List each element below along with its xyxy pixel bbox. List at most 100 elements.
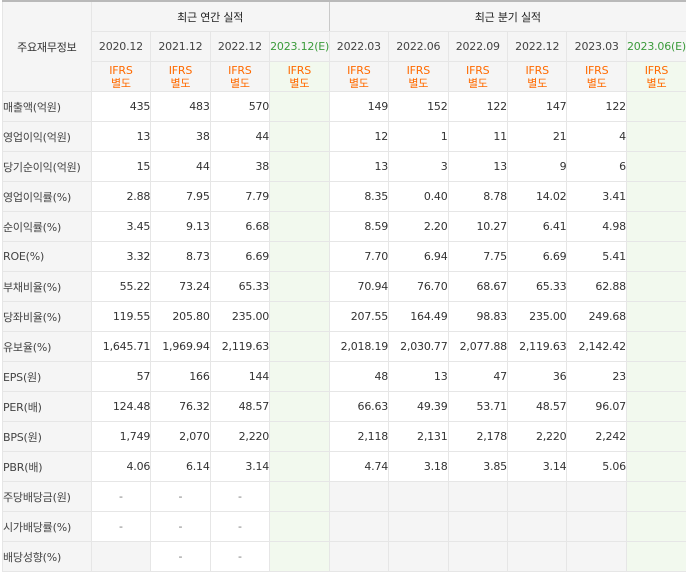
standard-separate-label: 별도 xyxy=(170,76,191,90)
value-cell: 205.80 xyxy=(150,301,211,332)
value-cell: 249.68 xyxy=(566,301,627,332)
value-cell: 11 xyxy=(447,121,508,152)
value-cell xyxy=(269,241,330,272)
value-cell: 36 xyxy=(506,361,567,392)
period-header: 2023.03 xyxy=(566,31,627,62)
value-cell: 3.41 xyxy=(566,181,627,212)
table-row: 영업이익률(%) 2.88 7.95 7.79 8.35 0.40 8.78 14.02 3.4… xyxy=(2,181,686,212)
corner-header: 주요재무정보 xyxy=(2,0,92,92)
value-cell xyxy=(625,511,686,542)
value-cell xyxy=(625,271,686,302)
value-cell: 13 xyxy=(90,121,151,152)
value-cell: 3.14 xyxy=(506,451,567,482)
value-cell: 13 xyxy=(388,361,449,392)
value-cell xyxy=(269,301,330,332)
table-row: 매출액(억원) 435 483 570 149 152 122 147 122 xyxy=(2,91,686,122)
row-label: EPS(원) xyxy=(2,361,92,392)
value-cell: 57 xyxy=(90,361,151,392)
value-cell: - xyxy=(150,511,211,542)
value-cell xyxy=(447,481,508,512)
value-cell: 4.98 xyxy=(566,211,627,242)
value-cell: 119.55 xyxy=(90,301,151,332)
value-cell xyxy=(625,421,686,452)
standard-separate-label: 별도 xyxy=(646,76,667,90)
value-cell: 38 xyxy=(150,121,211,152)
value-cell: 13 xyxy=(447,151,508,182)
value-cell xyxy=(625,361,686,392)
value-cell xyxy=(566,511,627,542)
standard-ifrs-label: IFRS xyxy=(287,63,312,77)
value-cell: 7.75 xyxy=(447,241,508,272)
value-cell: 149 xyxy=(328,91,389,122)
table-row: EPS(원) 57 166 144 48 13 47 36 23 xyxy=(2,361,686,392)
value-cell: 144 xyxy=(209,361,270,392)
value-cell: 1,645.71 xyxy=(90,331,151,362)
value-cell xyxy=(269,361,330,392)
annual-group-header: 최근 연간 실적 xyxy=(90,0,330,32)
table-row: 영업이익(억원) 13 38 44 12 1 11 21 4 xyxy=(2,121,686,152)
standard-separate-label: 별도 xyxy=(348,76,369,90)
value-cell: 48.57 xyxy=(506,391,567,422)
value-cell: 164.49 xyxy=(388,301,449,332)
value-cell: 12 xyxy=(328,121,389,152)
value-cell: 6.94 xyxy=(388,241,449,272)
table-row: 유보율(%) 1,645.71 1,969.94 2,119.63 2,018.19 2,… xyxy=(2,331,686,362)
row-label: 순이익률(%) xyxy=(2,211,92,242)
standard-ifrs-label: IFRS xyxy=(109,63,133,77)
value-cell xyxy=(625,301,686,332)
standard-ifrs-label: IFRS xyxy=(406,63,431,77)
value-cell xyxy=(625,151,686,182)
value-cell xyxy=(625,541,686,572)
table-row: 배당성향(%) - - xyxy=(2,541,686,572)
value-cell xyxy=(447,511,508,542)
value-cell: 6.69 xyxy=(506,241,567,272)
value-cell: 3.85 xyxy=(447,451,508,482)
value-cell: 207.55 xyxy=(328,301,389,332)
value-cell: 3.18 xyxy=(388,451,449,482)
row-label: 배당성향(%) xyxy=(2,541,92,572)
table-row: ROE(%) 3.32 8.73 6.69 7.70 6.94 7.75 6.69 5.41 xyxy=(2,241,686,272)
value-cell: - xyxy=(90,481,151,512)
table-row: 시가배당률(%) - - - xyxy=(2,511,686,542)
value-cell xyxy=(328,511,389,542)
standard-cell: IFRS 별도 xyxy=(388,61,449,92)
row-label: 영업이익(억원) xyxy=(2,121,92,152)
row-label: 시가배당률(%) xyxy=(2,511,92,542)
period-header: 2022.06 xyxy=(388,31,449,62)
standard-separate-label: 별도 xyxy=(111,76,131,90)
value-cell: 1 xyxy=(388,121,449,152)
value-cell xyxy=(269,481,330,512)
value-cell: 8.35 xyxy=(328,181,389,212)
value-cell: 3 xyxy=(388,151,449,182)
value-cell: 68.67 xyxy=(447,271,508,302)
value-cell: 6.68 xyxy=(209,211,270,242)
value-cell: 70.94 xyxy=(328,271,389,302)
row-label: 당기순이익(억원) xyxy=(2,151,92,182)
standard-ifrs-label: IFRS xyxy=(466,63,490,77)
value-cell xyxy=(90,541,151,572)
value-cell: - xyxy=(209,481,270,512)
table-row: 주당배당금(원) - - - xyxy=(2,481,686,512)
standard-ifrs-label: IFRS xyxy=(584,63,609,77)
value-cell xyxy=(269,391,330,422)
value-cell: 55.22 xyxy=(90,271,151,302)
value-cell: 3.45 xyxy=(90,211,151,242)
table-row: 당좌비율(%) 119.55 205.80 235.00 207.55 164.49 98.… xyxy=(2,301,686,332)
value-cell: 2,142.42 xyxy=(566,331,627,362)
period-header: 2022.09 xyxy=(447,31,508,62)
value-cell: 4.06 xyxy=(90,451,151,482)
row-label: PBR(배) xyxy=(2,451,92,482)
value-cell xyxy=(328,541,389,572)
value-cell xyxy=(506,541,567,572)
standard-ifrs-label: IFRS xyxy=(347,63,371,77)
value-cell: 23 xyxy=(566,361,627,392)
value-cell: 48 xyxy=(328,361,389,392)
standard-cell: IFRS 별도 xyxy=(625,61,686,92)
value-cell: 98.83 xyxy=(447,301,508,332)
value-cell xyxy=(328,481,389,512)
value-cell xyxy=(388,511,449,542)
value-cell: 152 xyxy=(388,91,449,122)
value-cell: 122 xyxy=(447,91,508,122)
value-cell: 65.33 xyxy=(506,271,567,302)
value-cell: - xyxy=(209,511,270,542)
